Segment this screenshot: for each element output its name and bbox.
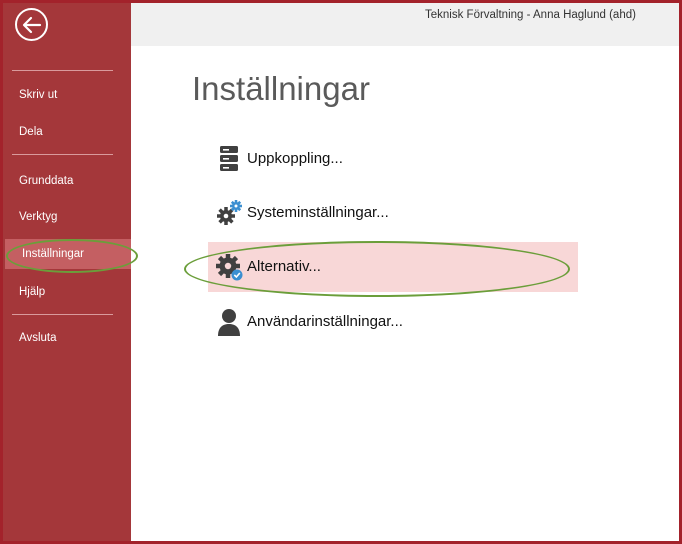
sidebar-divider xyxy=(12,70,113,71)
backstage-sidebar: Skriv ut Dela Grunddata Verktyg Inställn… xyxy=(3,3,131,541)
server-icon xyxy=(220,146,238,171)
gears-icon xyxy=(217,200,242,225)
sidebar-item-skriv-ut[interactable]: Skriv ut xyxy=(3,80,131,110)
system-settings-button[interactable]: Systeminställningar... xyxy=(208,188,578,238)
sidebar-item-grunddata[interactable]: Grunddata xyxy=(3,166,131,196)
gear-check-icon xyxy=(216,254,243,281)
page-title: Inställningar xyxy=(192,70,370,107)
options-button[interactable]: Alternativ... xyxy=(208,242,578,292)
window-title: Teknisk Förvaltning - Anna Haglund (ahd) xyxy=(425,9,636,21)
sidebar-divider xyxy=(12,314,113,315)
sidebar-item-avsluta[interactable]: Avsluta xyxy=(3,323,131,353)
back-arrow-icon xyxy=(22,16,42,34)
user-icon xyxy=(218,309,240,336)
sidebar-item-dela[interactable]: Dela xyxy=(3,117,131,147)
sidebar-item-hjalp[interactable]: Hjälp xyxy=(3,277,131,307)
user-settings-button[interactable]: Användarinställningar... xyxy=(208,297,578,347)
app-window: Skriv ut Dela Grunddata Verktyg Inställn… xyxy=(0,0,682,544)
sidebar-item-verktyg[interactable]: Verktyg xyxy=(3,202,131,232)
user-settings-label: Användarinställningar... xyxy=(247,313,403,330)
connection-label: Uppkoppling... xyxy=(247,150,343,167)
sidebar-divider xyxy=(12,154,113,155)
back-button[interactable] xyxy=(15,8,48,41)
connection-button[interactable]: Uppkoppling... xyxy=(208,134,578,184)
sidebar-item-installningar[interactable]: Inställningar xyxy=(5,239,131,269)
system-settings-label: Systeminställningar... xyxy=(247,204,389,221)
options-label: Alternativ... xyxy=(247,258,321,275)
